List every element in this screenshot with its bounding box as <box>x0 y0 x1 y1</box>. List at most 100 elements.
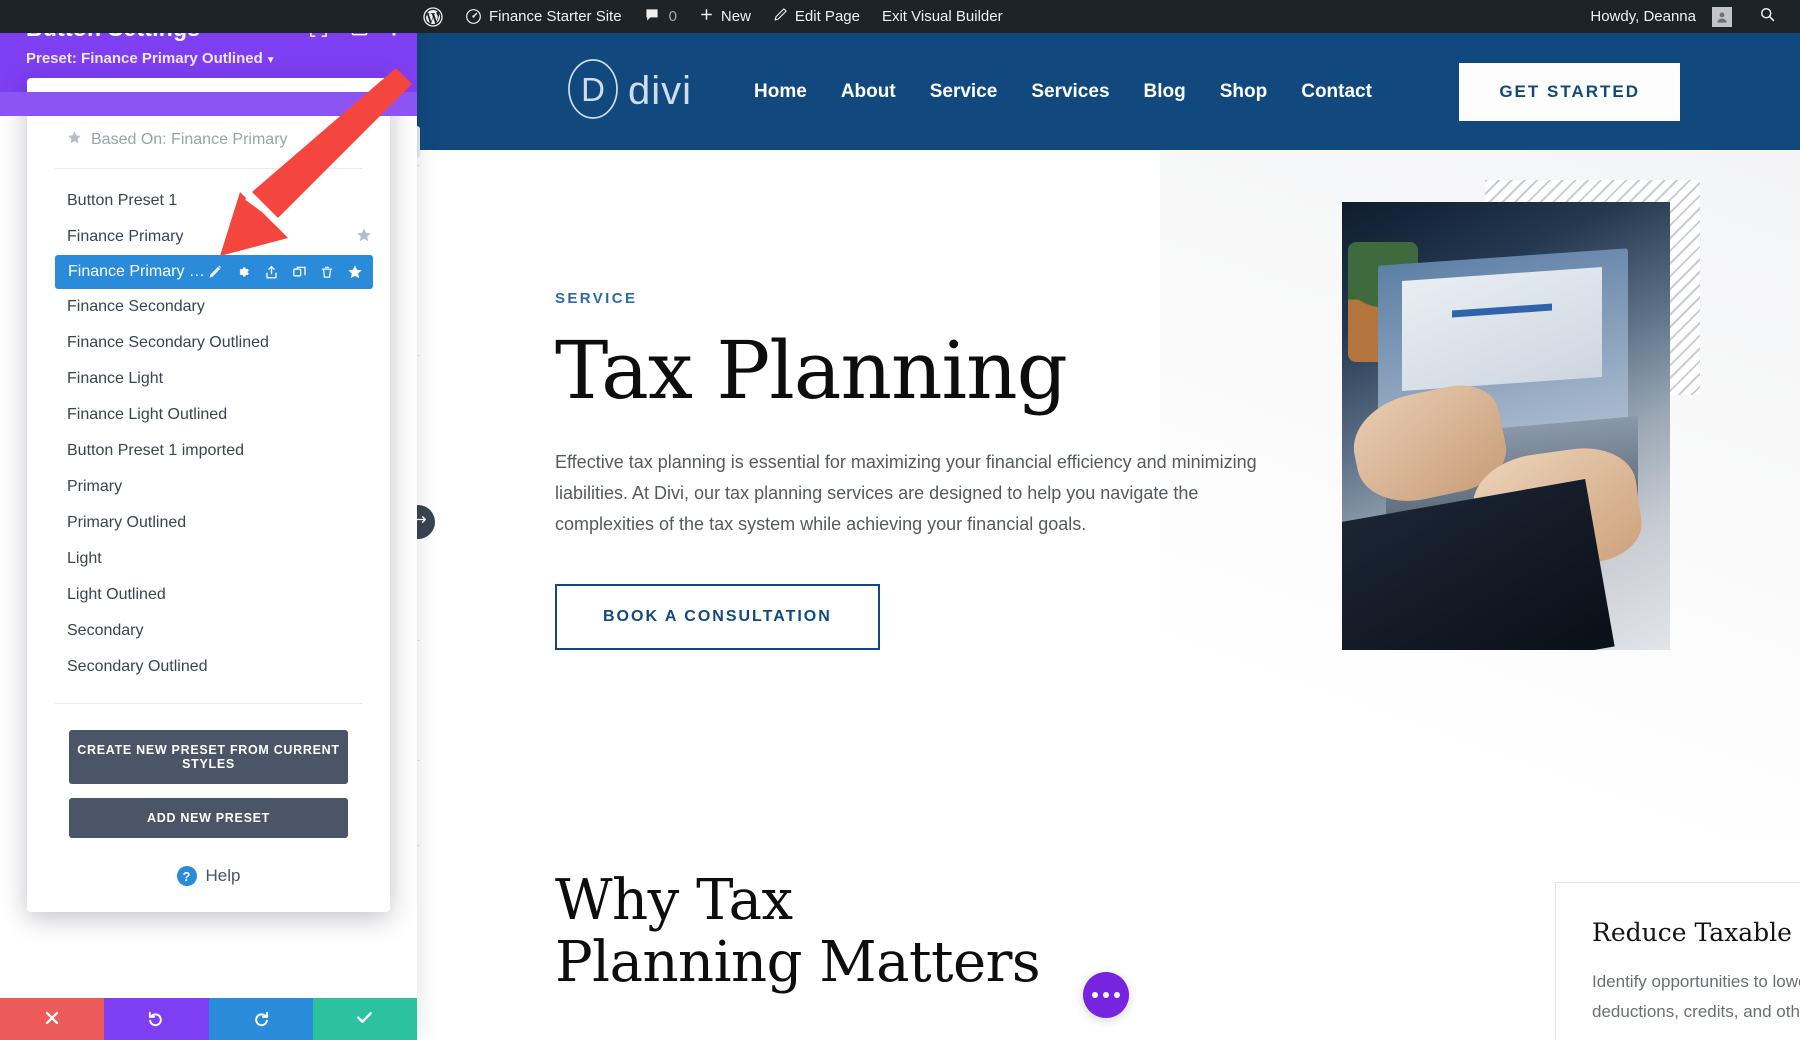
preset-item[interactable]: Button Preset 1 imported <box>27 433 390 469</box>
wp-admin-bar: Finance Starter Site 0 New Edit Page Exi… <box>0 0 1800 33</box>
nav-item-about[interactable]: About <box>841 81 896 103</box>
preset-label: Finance Light Outlined <box>67 406 228 423</box>
ellipsis-dot <box>1092 992 1098 998</box>
preset-item[interactable]: Light <box>27 541 390 577</box>
preset-label: Primary Outlined <box>67 514 187 531</box>
search-icon <box>1759 6 1776 27</box>
preset-list: Button Preset 1 Finance Primary Finance … <box>27 169 390 691</box>
undo-icon <box>147 1009 165 1030</box>
new-content-button[interactable]: New <box>688 0 762 33</box>
cancel-x-icon <box>43 1009 61 1030</box>
comment-count: 0 <box>668 8 677 25</box>
preset-item[interactable]: Finance Primary <box>27 219 390 255</box>
preset-label: Finance Light <box>67 370 164 387</box>
preset-label: Secondary <box>67 622 144 639</box>
delete-trash-icon[interactable] <box>320 265 334 280</box>
plus-icon <box>699 7 714 26</box>
preset-item[interactable]: Primary Outlined <box>27 505 390 541</box>
wordpress-logo-button[interactable] <box>412 0 454 33</box>
favorite-star-icon <box>67 130 82 150</box>
preset-label: Light <box>67 550 102 567</box>
help-link[interactable]: ? Help <box>27 838 390 912</box>
hero-title: Tax Planning <box>555 324 1068 417</box>
favorite-star-icon[interactable] <box>347 264 363 280</box>
rename-pencil-icon[interactable] <box>207 265 222 280</box>
site-logo-text: divi <box>628 69 693 113</box>
photo-laptop-screen <box>1402 267 1602 391</box>
module-options-ellipsis-button[interactable] <box>1083 972 1129 1018</box>
preset-dropdown-menu: Button Default Preset Based On: Finance … <box>27 78 390 912</box>
exit-visual-builder-button[interactable]: Exit Visual Builder <box>871 0 1014 33</box>
preset-item[interactable]: Finance Secondary <box>27 289 390 325</box>
hero-eyebrow: SERVICE <box>555 290 638 307</box>
button-settings-panel: Button Settings Preset: Finance Primary … <box>0 0 417 1040</box>
create-new-preset-button[interactable]: CREATE NEW PRESET FROM CURRENT STYLES <box>69 730 348 784</box>
nav-item-shop[interactable]: Shop <box>1220 81 1268 103</box>
preset-label: Secondary Outlined <box>67 658 208 675</box>
preset-label: Finance Secondary Outlined <box>67 334 269 351</box>
book-consultation-button[interactable]: BOOK A CONSULTATION <box>555 583 880 650</box>
preset-selector-label: Preset: Finance Primary Outlined <box>26 50 263 67</box>
site-name-label: Finance Starter Site <box>489 8 622 25</box>
favorite-star-icon[interactable] <box>356 227 372 248</box>
redo-button[interactable] <box>208 998 313 1040</box>
preset-label: Finance Primary O... <box>68 263 207 280</box>
preset-item[interactable]: Finance Light <box>27 361 390 397</box>
hero-body-text: Effective tax planning is essential for … <box>555 452 1257 534</box>
dashboard-icon <box>465 8 482 25</box>
howdy-label: Howdy, Deanna <box>1590 8 1696 25</box>
section-title: Why Tax Planning Matters <box>555 868 1041 995</box>
edit-page-button[interactable]: Edit Page <box>762 0 871 33</box>
comment-bubble-icon <box>644 7 660 27</box>
nav-item-home[interactable]: Home <box>754 81 807 103</box>
new-label: New <box>720 8 751 25</box>
account-menu[interactable]: Howdy, Deanna <box>1579 0 1743 33</box>
hero-image-group <box>1342 180 1700 650</box>
preset-item-selected[interactable]: Finance Primary O... <box>55 255 373 289</box>
help-label: Help <box>205 866 241 885</box>
preset-item[interactable]: Primary <box>27 469 390 505</box>
edit-page-label: Edit Page <box>794 8 860 25</box>
wordpress-logo-icon <box>423 6 443 27</box>
preset-item[interactable]: Finance Secondary Outlined <box>27 325 390 361</box>
export-icon[interactable] <box>264 265 279 280</box>
cancel-button[interactable] <box>0 998 105 1040</box>
save-button[interactable] <box>312 998 417 1040</box>
primary-navigation: Home About Service Services Blog Shop Co… <box>754 81 1372 103</box>
comments-button[interactable]: 0 <box>633 0 688 33</box>
preset-label: Button Preset 1 <box>67 192 178 209</box>
site-header: D divi Home About Service Services Blog … <box>417 33 1800 150</box>
nav-item-blog[interactable]: Blog <box>1144 81 1186 103</box>
preset-label: Finance Secondary <box>67 298 205 315</box>
exit-builder-label: Exit Visual Builder <box>881 8 1003 25</box>
site-logo[interactable]: D divi <box>562 58 692 125</box>
preset-item[interactable]: Secondary <box>27 613 390 649</box>
preset-item[interactable]: Secondary Outlined <box>27 649 390 685</box>
site-name-button[interactable]: Finance Starter Site <box>454 0 633 33</box>
preset-selector[interactable]: Preset: Finance Primary Outlined ▼ <box>26 50 397 67</box>
feature-card-body: Identify opportunities to lower your tax… <box>1592 972 1800 1021</box>
duplicate-icon[interactable] <box>292 265 307 280</box>
hero-photo <box>1342 202 1670 650</box>
save-check-icon <box>355 1008 374 1030</box>
preset-item[interactable]: Light Outlined <box>27 577 390 613</box>
panel-accent-strip <box>0 92 417 116</box>
photo-suit-sleeve <box>1342 478 1615 650</box>
nav-item-service[interactable]: Service <box>930 81 998 103</box>
redo-icon <box>252 1009 270 1030</box>
admin-search-button[interactable] <box>1743 6 1786 27</box>
undo-button[interactable] <box>104 998 209 1040</box>
preset-item[interactable]: Finance Light Outlined <box>27 397 390 433</box>
get-started-button[interactable]: GET STARTED <box>1459 62 1680 121</box>
feature-card-title: Reduce Taxable Income <box>1592 918 1800 947</box>
chevron-down-icon: ▼ <box>265 55 276 66</box>
add-new-preset-button[interactable]: ADD NEW PRESET <box>69 798 348 838</box>
preset-item[interactable]: Button Preset 1 <box>27 183 390 219</box>
ellipsis-dot <box>1114 992 1120 998</box>
feature-card: Reduce Taxable Income Identify opportuni… <box>1555 882 1800 1040</box>
nav-item-services[interactable]: Services <box>1031 81 1109 103</box>
nav-item-contact[interactable]: Contact <box>1301 81 1372 103</box>
settings-gear-icon[interactable] <box>235 264 251 280</box>
based-on-label: Based On: Finance Primary <box>91 131 288 148</box>
preset-label: Finance Primary <box>67 228 184 245</box>
